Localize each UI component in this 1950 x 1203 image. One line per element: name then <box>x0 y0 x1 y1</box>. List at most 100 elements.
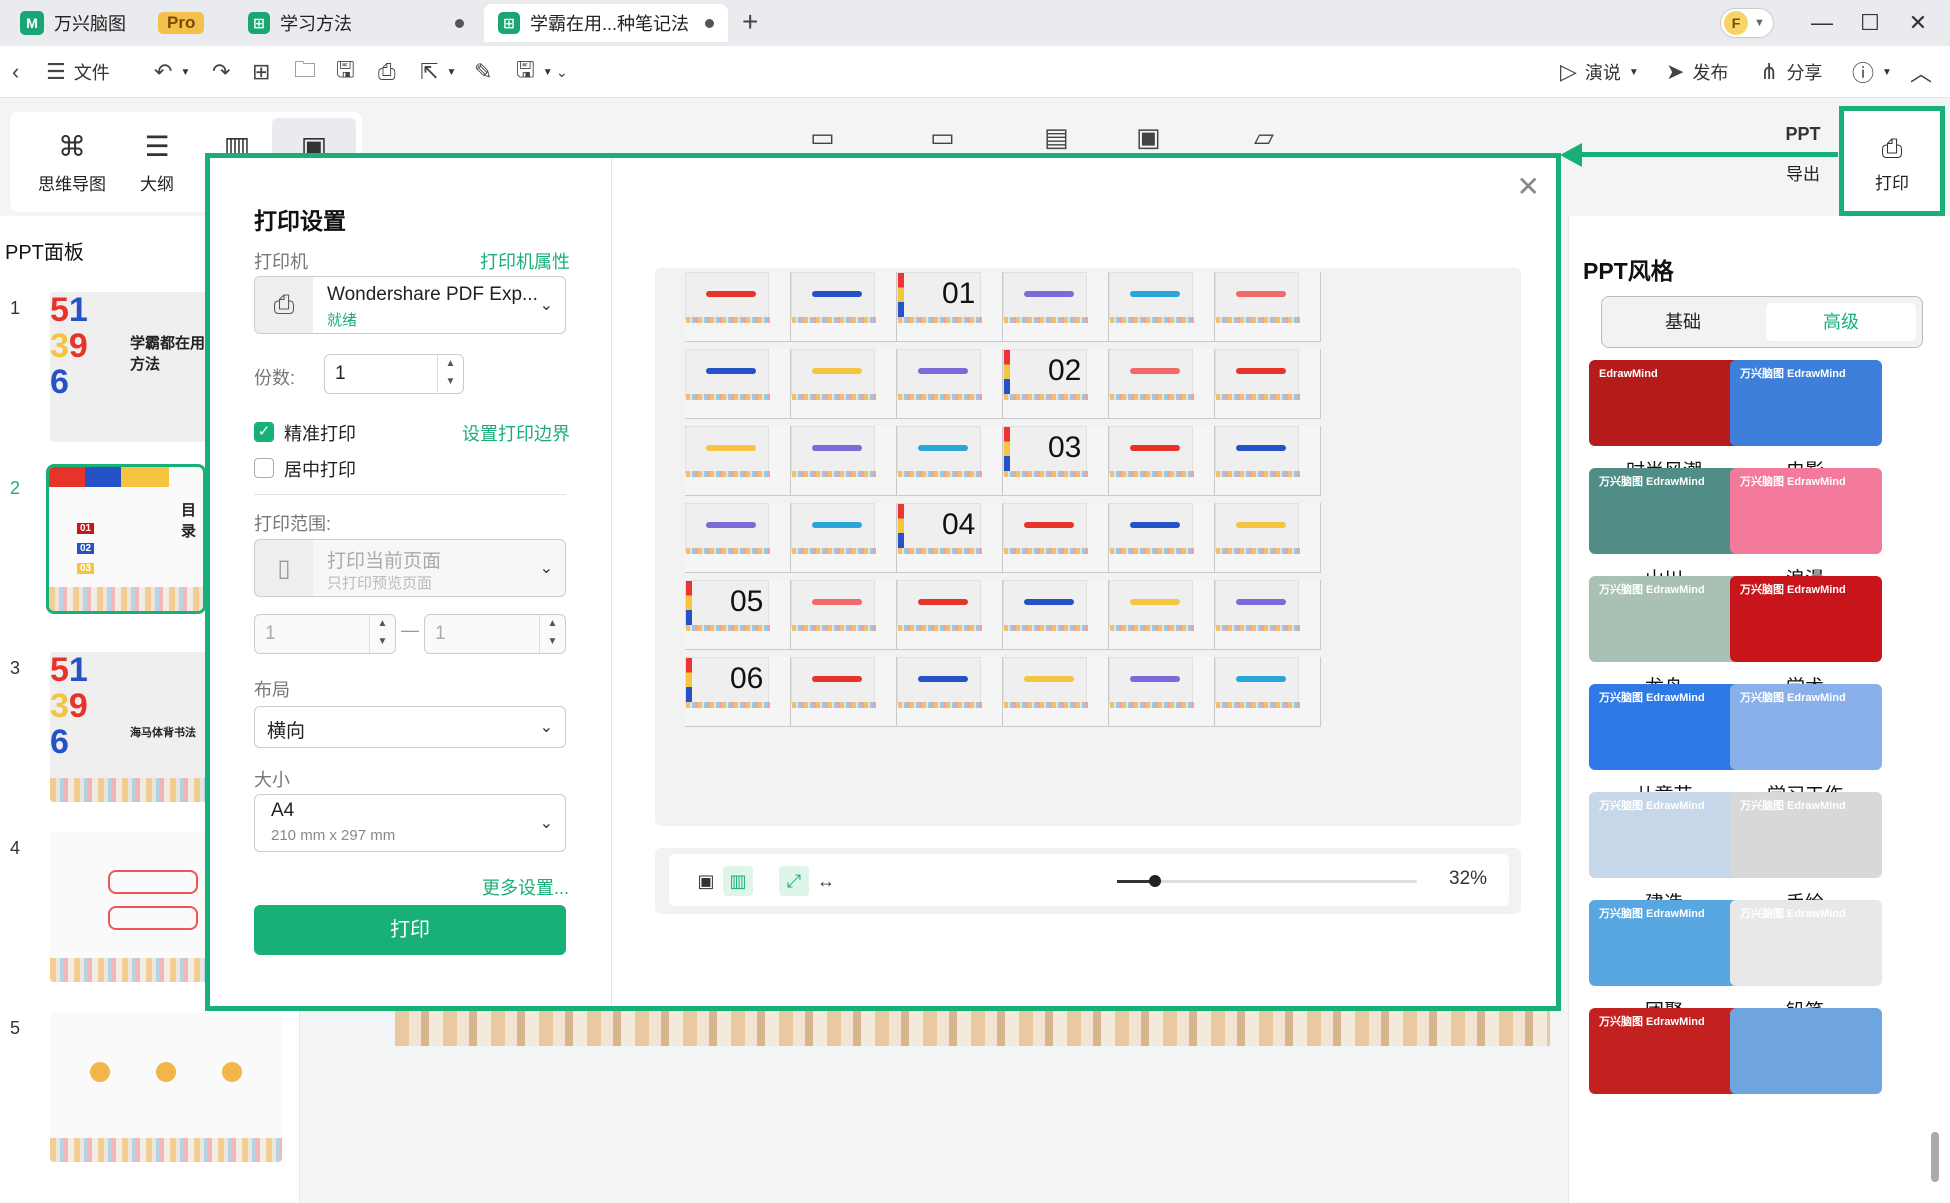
stepper-arrows-icon[interactable]: ▲ ▼ <box>437 355 463 393</box>
collapse-ribbon-icon[interactable]: ︿ <box>1910 56 1932 88</box>
unsaved-dot-icon[interactable] <box>705 18 714 28</box>
pencil-decoration <box>792 394 876 400</box>
printer-properties-link[interactable]: 打印机属性 <box>480 248 570 274</box>
new-tab-plus-icon[interactable]: + <box>742 6 758 38</box>
slide-thumbnail-1[interactable]: 51 39 6 学霸都在用方法 <box>50 292 210 442</box>
pro-badge[interactable]: Pro <box>158 12 205 34</box>
redo-icon[interactable]: ↷ <box>212 56 230 88</box>
outline-label: 大纲 <box>140 175 174 194</box>
fit-width-icon[interactable]: ↔ <box>811 866 841 896</box>
slide-shape <box>918 445 968 451</box>
present-button[interactable]: ▷ 演说 ▼ <box>1560 56 1639 88</box>
close-icon[interactable]: ✕ <box>1517 170 1540 203</box>
range-from-input[interactable]: 1 ▲ ▼ <box>254 614 396 654</box>
size-select[interactable]: A4 210 mm x 297 mm ⌄ <box>254 794 566 852</box>
presentation-icon[interactable]: ▱ <box>1254 122 1274 153</box>
save-as-icon[interactable]: 🖫 ▼ <box>516 56 553 88</box>
mindmap-view-button[interactable]: ⌘ 思维导图 <box>22 130 122 195</box>
save-icon[interactable]: 🖫 <box>336 56 355 88</box>
style-card[interactable]: 万兴脑图 EdrawMind团聚 <box>1589 900 1741 1023</box>
fit-page-icon[interactable]: ⤢ <box>779 866 809 896</box>
single-page-icon[interactable]: ▣ <box>691 866 721 896</box>
style-card[interactable]: 万兴脑图 EdrawMind学术 <box>1730 576 1882 699</box>
decorative-edge <box>898 504 904 552</box>
back-icon[interactable]: ‹ <box>12 56 19 88</box>
print-range-label: 打印范围: <box>254 514 332 534</box>
print-preview[interactable]: 01 02 03 04 05 06 <box>655 268 1521 826</box>
tab-advanced[interactable]: 高级 <box>1766 303 1916 341</box>
file-menu-label: 文件 <box>73 63 110 83</box>
set-margins-link[interactable]: 设置打印边界 <box>462 420 570 446</box>
play-from-current-icon[interactable]: ▭ <box>930 122 955 153</box>
style-card[interactable]: 万兴脑图 EdrawMind山川 <box>1589 468 1741 591</box>
style-card[interactable]: 万兴脑图 EdrawMind浪漫 <box>1730 468 1882 591</box>
style-brand: 万兴脑图 EdrawMind <box>1599 800 1705 812</box>
style-card[interactable]: 万兴脑图 EdrawMind铅笔 <box>1730 900 1882 1023</box>
pencil-decoration <box>792 625 876 631</box>
slide-thumbnail-4[interactable] <box>50 832 210 982</box>
style-card[interactable]: 万兴脑图 EdrawMind电影 <box>1730 360 1882 483</box>
style-card[interactable]: 万兴脑图 EdrawMind儿童节 <box>1589 684 1741 807</box>
style-card[interactable]: 万兴脑图 EdrawMind <box>1589 1008 1741 1094</box>
stepper-arrows-icon[interactable]: ▲ ▼ <box>369 615 395 653</box>
center-print-checkbox[interactable] <box>254 458 274 478</box>
printer-select[interactable]: ⎙ Wondershare PDF Exp... 就绪 ⌄ <box>254 276 566 334</box>
archive-icon[interactable]: ▣ <box>1136 122 1161 153</box>
zoom-slider[interactable] <box>1117 875 1417 887</box>
close-window-icon[interactable]: ✕ <box>1900 6 1936 40</box>
help-icon[interactable]: ⓘ ▼ <box>1852 56 1892 88</box>
preview-slide <box>1109 426 1194 477</box>
outline-view-button[interactable]: ☰ 大纲 <box>122 130 192 195</box>
printer-label: 打印机 <box>254 252 308 272</box>
print-ribbon-button[interactable]: ⎙ 打印 <box>1839 106 1945 216</box>
zoom-slider-handle[interactable] <box>1149 875 1161 887</box>
export-icon[interactable]: ⇱ ▼ <box>420 56 456 88</box>
tab-current-file[interactable]: ⊞ 学霸在用...种笔记法 <box>484 4 728 42</box>
maximize-icon[interactable]: ☐ <box>1852 6 1888 40</box>
mindmap-label: 思维导图 <box>38 175 106 194</box>
app-tab[interactable]: M 万兴脑图 Pro <box>6 4 218 42</box>
slideshow-icon[interactable]: ▭ <box>810 122 835 153</box>
style-card[interactable]: 万兴脑图 EdrawMind龙舟 <box>1589 576 1741 699</box>
slide-thumbnail-2[interactable]: 目录 01 02 03 <box>46 464 206 614</box>
pencil-decoration <box>1110 317 1194 323</box>
scrollbar[interactable] <box>1931 1132 1939 1182</box>
copies-value: 1 <box>335 363 346 384</box>
printer-icon[interactable]: ⎙ <box>378 56 396 88</box>
style-card[interactable]: 万兴脑图 EdrawMind手绘 <box>1730 792 1882 915</box>
new-file-icon[interactable]: ⊞ <box>252 56 270 88</box>
slide-thumbnail-5[interactable] <box>50 1012 282 1162</box>
range-to-input[interactable]: 1 ▲ ▼ <box>424 614 566 654</box>
style-card[interactable]: EdrawMind时尚风潮 <box>1589 360 1741 483</box>
stepper-arrows-icon[interactable]: ▲ ▼ <box>539 615 565 653</box>
minimize-icon[interactable]: — <box>1804 6 1840 40</box>
tab-basic[interactable]: 基础 <box>1608 303 1758 341</box>
preview-slide <box>1109 503 1194 554</box>
user-avatar[interactable]: F ▼ <box>1720 8 1774 38</box>
print-range-select[interactable]: ▯ 打印当前页面 只打印预览页面 ⌄ <box>254 539 566 597</box>
layout-select[interactable]: 横向 ⌄ <box>254 706 566 748</box>
file-menu[interactable]: ☰ 文件 <box>46 56 110 88</box>
style-card[interactable]: 万兴脑图 EdrawMind学习工作 <box>1730 684 1882 807</box>
copies-stepper[interactable]: 1 ▲ ▼ <box>324 354 464 394</box>
tab-learning-methods[interactable]: ⊞ 学习方法 <box>234 4 478 42</box>
undo-icon[interactable]: ↶ ▼ <box>154 56 190 88</box>
open-folder-icon[interactable]: 🗀 <box>294 56 316 88</box>
more-chevron-icon[interactable]: ⌄ <box>556 56 568 88</box>
publish-button[interactable]: ➤ 发布 <box>1666 56 1728 88</box>
copies-label: 份数: <box>254 368 296 388</box>
precise-print-checkbox[interactable]: ✓ <box>254 422 274 442</box>
slide-settings-icon[interactable]: ▤ <box>1044 122 1069 153</box>
multi-page-icon[interactable]: ▥ <box>723 866 753 896</box>
unsaved-dot-icon[interactable] <box>455 18 464 28</box>
share-button[interactable]: ⋔ 分享 <box>1760 56 1822 88</box>
slide-shape <box>1024 676 1074 682</box>
style-card[interactable]: 万兴脑图 EdrawMind建造 <box>1589 792 1741 915</box>
style-card[interactable] <box>1730 1008 1882 1094</box>
more-settings-link[interactable]: 更多设置... <box>482 874 569 900</box>
printer-status: 就绪 <box>327 312 358 329</box>
style-thumbnail: 万兴脑图 EdrawMind <box>1589 1008 1741 1094</box>
print-button[interactable]: 打印 <box>254 905 566 955</box>
slide-thumbnail-3[interactable]: 51 39 6 海马体背书法 <box>50 652 210 802</box>
edit-icon[interactable]: ✎ <box>474 56 492 88</box>
